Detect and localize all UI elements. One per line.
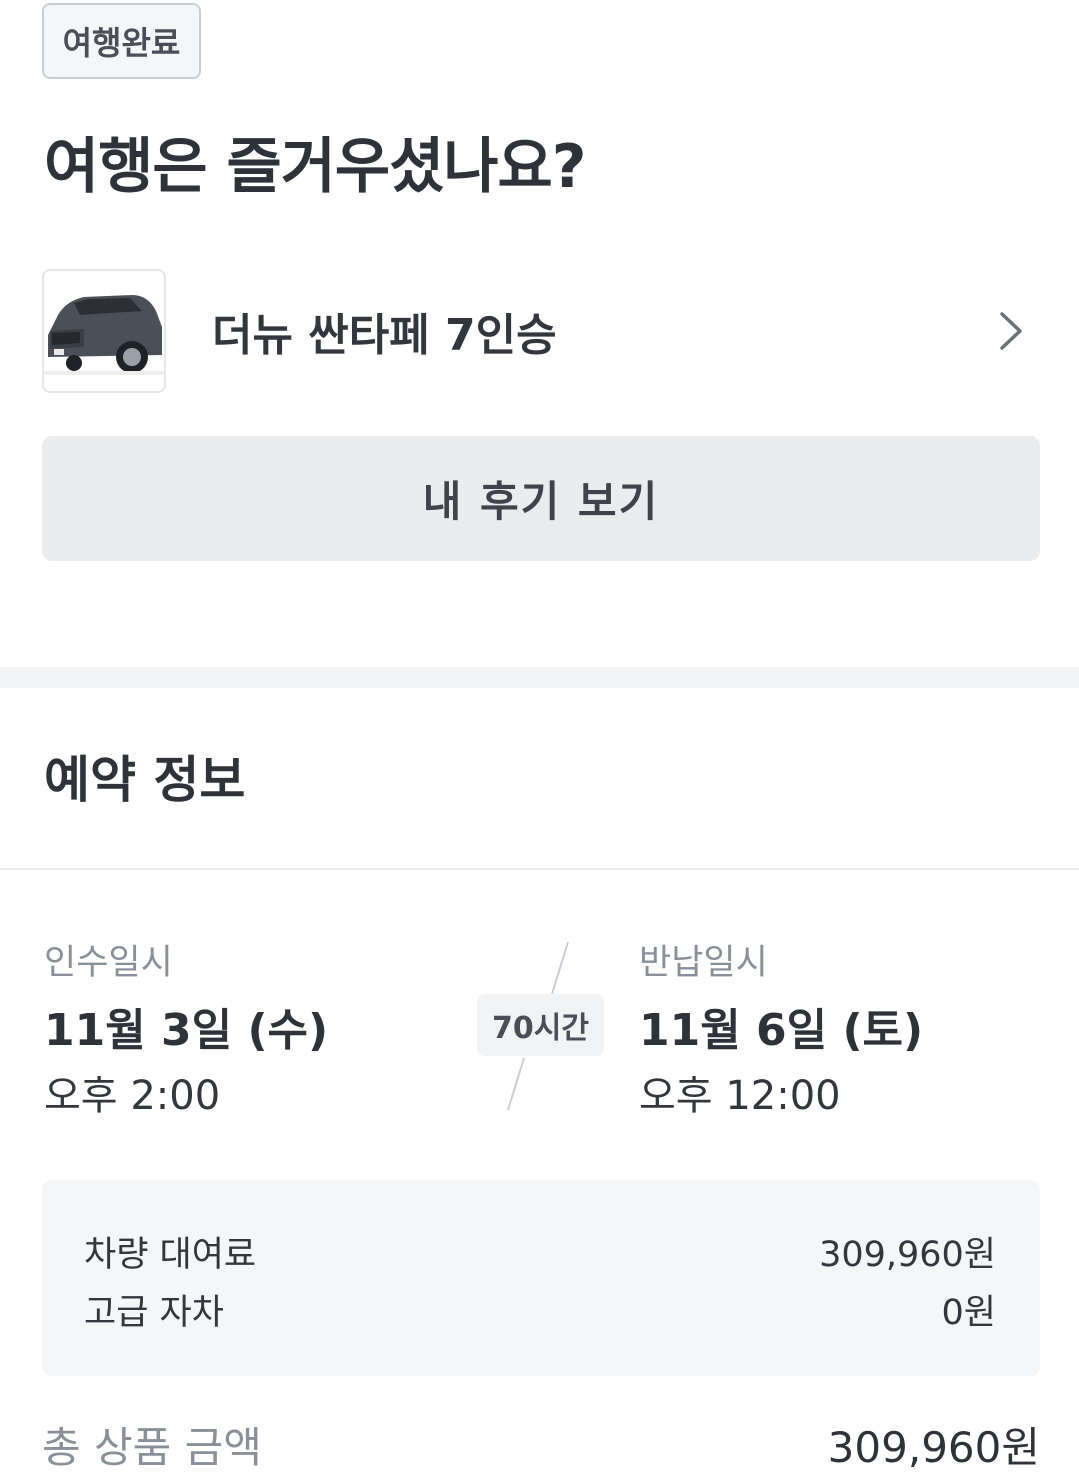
status-badge: 여행완료 <box>42 3 201 79</box>
car-thumbnail <box>42 269 166 393</box>
return-time: 오후 12:00 <box>639 1073 841 1119</box>
page-title: 여행은 즐거우셨나요? <box>44 132 586 202</box>
fee-row-insurance: 고급 자차 0원 <box>84 1284 996 1335</box>
return-label: 반납일시 <box>639 943 768 983</box>
total-label: 총 상품 금액 <box>42 1423 262 1472</box>
chevron-right-icon <box>993 303 1029 359</box>
view-my-review-button[interactable]: 내 후기 보기 <box>42 436 1040 561</box>
total-price-row: 총 상품 금액 309,960원 <box>42 1414 1040 1475</box>
car-item[interactable]: 더뉴 싼타페 7인승 <box>42 268 1039 394</box>
fee-row-rental: 차량 대여료 309,960원 <box>84 1226 996 1277</box>
pickup-date: 11월 3일 (수) <box>44 1005 329 1056</box>
section-separator <box>0 667 1079 688</box>
divider <box>0 868 1079 870</box>
price-breakdown: 차량 대여료 309,960원 고급 자차 0원 <box>42 1180 1040 1376</box>
fee-label: 고급 자차 <box>84 1293 224 1333</box>
fee-label: 차량 대여료 <box>84 1235 257 1275</box>
reservation-section-title: 예약 정보 <box>44 751 246 809</box>
total-amount: 309,960원 <box>827 1423 1040 1472</box>
fee-amount: 309,960원 <box>819 1235 996 1275</box>
return-date: 11월 6일 (토) <box>639 1005 924 1056</box>
fee-amount: 0원 <box>941 1293 996 1333</box>
pickup-time: 오후 2:00 <box>44 1073 221 1119</box>
pickup-label: 인수일시 <box>44 943 173 983</box>
rental-duration-badge: 70시간 <box>477 994 604 1056</box>
car-name: 더뉴 싼타페 7인승 <box>212 310 557 361</box>
